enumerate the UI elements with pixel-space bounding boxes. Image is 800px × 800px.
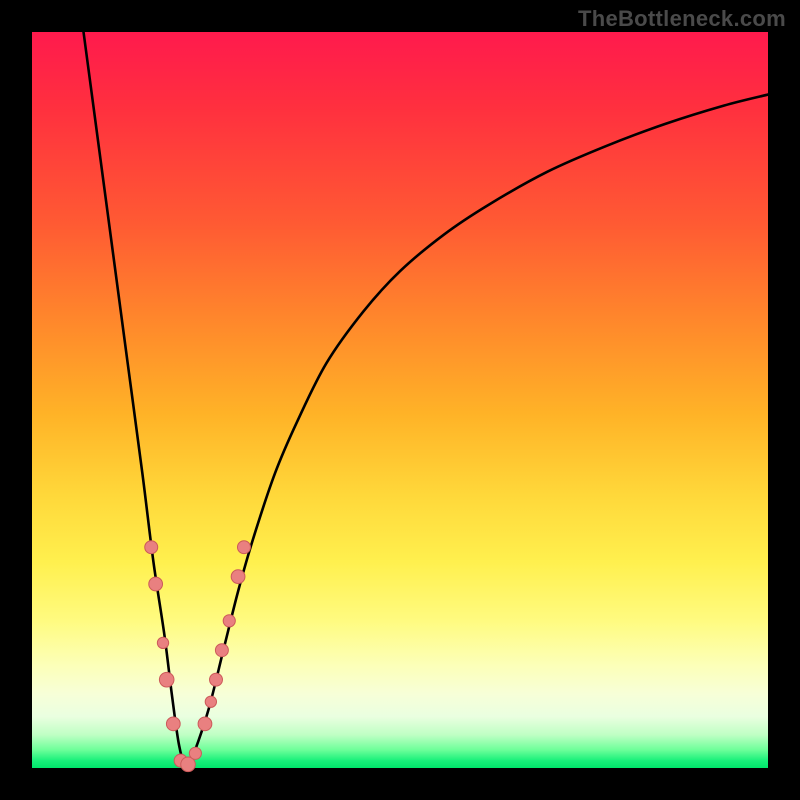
curve-marker [145,541,158,554]
curve-marker [149,577,163,591]
plot-area [32,32,768,768]
curve-marker [159,672,174,687]
curve-layer [32,32,768,768]
chart-frame: TheBottleneck.com [0,0,800,800]
curve-marker [189,747,201,759]
curve-marker [237,541,250,554]
curve-marker [210,673,223,686]
curve-marker [166,717,180,731]
bottleneck-curve [84,32,768,768]
curve-marker [215,644,228,657]
curve-marker [198,717,212,731]
curve-marker [157,637,168,648]
curve-marker [231,570,245,584]
curve-markers [145,541,251,772]
curve-marker [223,615,235,627]
curve-marker [205,696,216,707]
watermark-text: TheBottleneck.com [578,6,786,32]
